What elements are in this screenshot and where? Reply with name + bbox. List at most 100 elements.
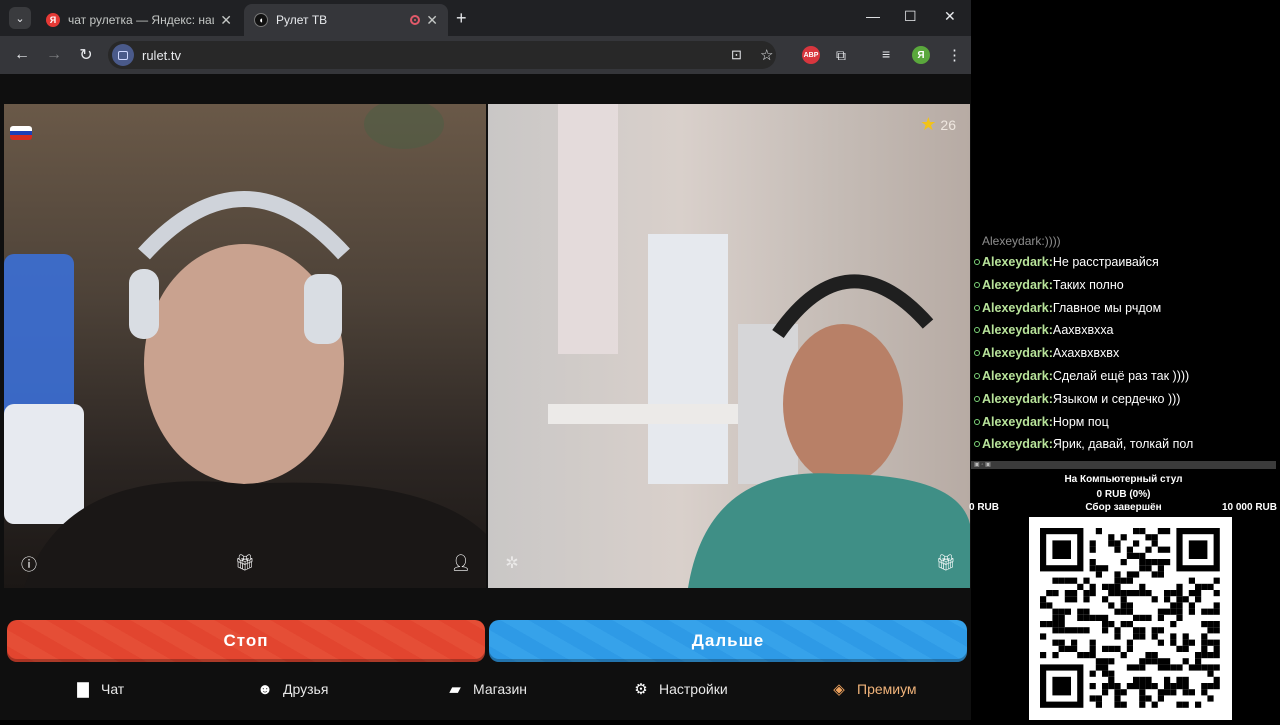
stars-count: 26 xyxy=(940,116,956,133)
user-icon[interactable]: 👤︎ xyxy=(451,554,471,572)
chat-text: Норм поц xyxy=(1052,415,1109,429)
country-flag xyxy=(10,126,32,140)
local-video: ⓘ 🎁︎ 👤︎ xyxy=(4,104,486,588)
gift-icon[interactable]: 🎁︎ xyxy=(235,554,255,572)
chat-user: Alexeydark: xyxy=(982,392,1053,406)
dot-icon xyxy=(974,305,980,311)
recording-icon xyxy=(410,15,421,25)
goal-title: На Компьютерный стул xyxy=(1064,474,1183,485)
chat-text: Ахахвхвхвх xyxy=(1052,346,1120,360)
mini-icons: ▣ ◦ ▣ xyxy=(974,462,991,468)
nav-label: Магазин xyxy=(473,681,528,697)
dot-icon xyxy=(974,396,980,402)
chat-icon: ▇ xyxy=(77,681,89,698)
back-button[interactable]: ← xyxy=(11,44,33,66)
yandex-icon: Я xyxy=(46,13,60,27)
bottom-nav: ▇ Чат ☻ Друзья ▰ Магазин ⚙ Настройки ◈ П… xyxy=(0,668,971,712)
nav-chat[interactable]: ▇ Чат xyxy=(74,678,124,700)
effects-icon[interactable]: ✲ xyxy=(503,554,521,572)
chat-user: Alexeydark: xyxy=(982,346,1053,360)
rulet-icon: ◖ xyxy=(254,13,268,27)
nav-label: Друзья xyxy=(283,681,329,697)
stars-counter: ★ 26 xyxy=(920,114,956,135)
report-icon[interactable]: ⓘ xyxy=(20,554,38,574)
tab-title: Рулет ТВ xyxy=(276,13,328,27)
browser-menu-icon[interactable]: ⋮ xyxy=(947,46,962,64)
nav-settings[interactable]: ⚙ Настройки xyxy=(632,678,728,700)
gift-icon[interactable]: 🎁︎ xyxy=(936,554,956,572)
dot-icon xyxy=(974,327,980,333)
dot-icon xyxy=(974,441,980,447)
nav-label: Премиум xyxy=(857,681,917,697)
dot-icon xyxy=(974,373,980,379)
adblock-icon[interactable]: ABP xyxy=(802,46,820,64)
chat-message: Alexeydark: Аахвхвхха xyxy=(974,319,1113,341)
local-video-scene xyxy=(4,104,486,588)
premium-icon: ◈ xyxy=(833,681,845,698)
tab-yandex[interactable]: Я чат рулетка — Яндекс: нашлось ✕ xyxy=(36,4,242,36)
settings-icon: ⚙ xyxy=(634,681,648,698)
close-icon[interactable]: ✕ xyxy=(220,12,232,29)
donation-qr-code xyxy=(1029,517,1232,720)
page-header-strip xyxy=(0,74,971,104)
remote-video: ★ 26 ✲ 🎁︎ xyxy=(488,104,970,588)
stream-overlay: Alexeydark:)))) Alexeydark: Не расстраива… xyxy=(969,0,1280,720)
bookmark-star-icon[interactable]: ☆ xyxy=(760,46,773,64)
chat-message: Alexeydark: Главное мы рчдом xyxy=(974,297,1161,319)
nav-premium[interactable]: ◈ Премиум xyxy=(830,678,917,700)
minimize-button[interactable]: — xyxy=(866,8,880,24)
chat-message: Alexeydark: Норм поц xyxy=(974,411,1109,433)
nav-label: Чат xyxy=(101,681,125,697)
nav-friends[interactable]: ☻ Друзья xyxy=(256,678,328,700)
extensions-icon[interactable]: ⧉ xyxy=(836,47,846,64)
stop-button[interactable]: Стоп xyxy=(7,620,485,662)
nav-label: Настройки xyxy=(659,681,728,697)
dot-icon xyxy=(974,350,980,356)
browser-toolbar: ← → ↻ rulet.tv ⊡ ☆ ABP ⧉ ≡ Я ⋮ xyxy=(0,36,971,74)
new-tab-button[interactable]: + xyxy=(456,8,467,29)
tab-search-button[interactable]: ⌄ xyxy=(9,7,31,29)
chevron-down-icon: ⌄ xyxy=(15,12,25,25)
address-bar[interactable]: rulet.tv ⊡ ☆ xyxy=(108,41,776,69)
tab-bar: ⌄ Я чат рулетка — Яндекс: нашлось ✕ ◖ Ру… xyxy=(0,0,971,36)
chat-text: Сделай ещё раз так )))) xyxy=(1052,369,1190,383)
chat-cut-line: Alexeydark:)))) xyxy=(982,234,1061,248)
chat-user: Alexeydark: xyxy=(982,255,1053,269)
star-icon: ★ xyxy=(920,114,937,134)
shop-icon: ▰ xyxy=(449,681,461,698)
chat-message: Alexeydark: Не расстраивайся xyxy=(974,251,1159,273)
url-text[interactable]: rulet.tv xyxy=(142,48,181,63)
chat-user: Alexeydark: xyxy=(982,278,1053,292)
tab-rulet[interactable]: ◖ Рулет ТВ ✕ xyxy=(244,4,448,36)
browser-window: ⌄ Я чат рулетка — Яндекс: нашлось ✕ ◖ Ру… xyxy=(0,0,971,720)
reload-button[interactable]: ↻ xyxy=(75,44,97,66)
chat-message: Alexeydark: Языком и сердечко ))) xyxy=(974,388,1180,410)
tab-title: чат рулетка — Яндекс: нашлось xyxy=(68,13,214,27)
remote-video-scene xyxy=(548,104,970,588)
install-app-icon[interactable]: ⊡ xyxy=(731,47,742,63)
close-icon[interactable]: ✕ xyxy=(426,12,438,29)
chat-text: Таких полно xyxy=(1052,278,1124,292)
chat-user: Alexeydark: xyxy=(982,415,1053,429)
chat-user: Alexeydark: xyxy=(982,323,1053,337)
chat-message: Alexeydark: Таких полно xyxy=(974,274,1124,296)
goal-max: 10 000 RUB xyxy=(1221,502,1277,513)
chat-message: Alexeydark: Сделай ещё раз так )))) xyxy=(974,365,1189,387)
goal-progress: 0 RUB (0%) xyxy=(1096,489,1151,500)
qr-code-image xyxy=(1040,528,1220,708)
next-button[interactable]: Дальше xyxy=(489,620,967,662)
forward-button[interactable]: → xyxy=(43,44,65,66)
chat-user: Alexeydark: xyxy=(982,437,1053,451)
dot-icon xyxy=(974,282,980,288)
chat-text: Не расстраивайся xyxy=(1052,255,1159,269)
nav-shop[interactable]: ▰ Магазин xyxy=(446,678,527,700)
media-control-icon[interactable]: ≡ xyxy=(882,46,890,62)
maximize-button[interactable]: ☐ xyxy=(904,8,917,25)
profile-avatar[interactable]: Я xyxy=(912,46,930,64)
chat-text: Аахвхвхха xyxy=(1052,323,1114,337)
chat-text: Главное мы рчдом xyxy=(1052,301,1162,315)
close-window-button[interactable]: ✕ xyxy=(944,8,956,25)
chat-message: Alexeydark: Ярик, давай, толкай пол xyxy=(974,433,1193,455)
site-info-icon[interactable] xyxy=(112,44,134,66)
friends-icon: ☻ xyxy=(257,680,273,698)
